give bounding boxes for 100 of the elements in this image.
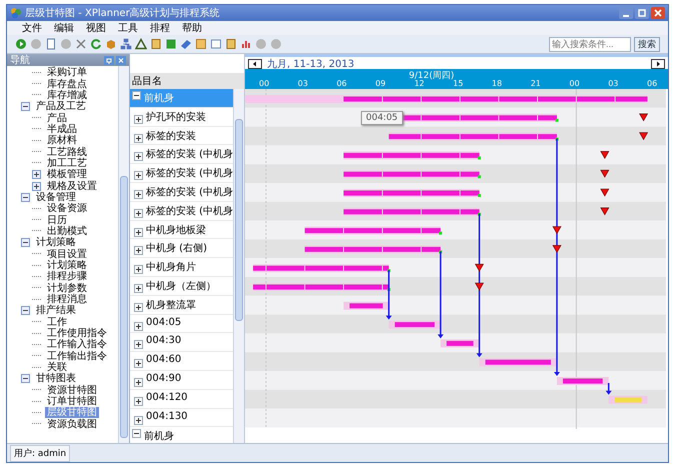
- expand-icon[interactable]: [32, 170, 41, 180]
- task-bar[interactable]: [344, 189, 481, 197]
- expand-icon[interactable]: [134, 134, 143, 143]
- list-row[interactable]: 标签的安装 (中机身: [130, 202, 233, 221]
- tree-item[interactable]: 排程消息: [45, 294, 89, 306]
- menu-item[interactable]: 帮助: [177, 21, 207, 35]
- tree-item[interactable]: 排产结果: [34, 305, 78, 316]
- scrollbar[interactable]: [233, 89, 244, 443]
- tree-item[interactable]: 关联: [45, 362, 69, 374]
- list-row[interactable]: 标签的安装 (中机身: [130, 145, 233, 164]
- tree-item[interactable]: 甘特图表: [34, 373, 78, 384]
- close-icon[interactable]: [75, 38, 87, 50]
- menu-item[interactable]: 视图: [81, 21, 111, 35]
- search-button[interactable]: 搜索: [634, 36, 660, 52]
- tree-item[interactable]: 库存盘点: [45, 78, 89, 90]
- tree-item[interactable]: 计划策略: [34, 237, 78, 248]
- tree-item[interactable]: 出勤模式: [45, 226, 89, 237]
- close-button[interactable]: [651, 7, 665, 19]
- tree-item[interactable]: 工作: [45, 316, 69, 328]
- tree-item[interactable]: 设备管理: [34, 192, 78, 203]
- expand-icon[interactable]: [134, 246, 143, 256]
- collapse-icon[interactable]: [21, 102, 30, 112]
- list-row[interactable]: 004:60: [130, 352, 233, 371]
- tree-item[interactable]: 库存增减: [45, 90, 89, 101]
- list-row[interactable]: 004:05: [130, 314, 233, 334]
- tree-item[interactable]: 工作输出指令: [45, 350, 109, 362]
- task-bar[interactable]: [479, 358, 557, 366]
- tree-icon[interactable]: [120, 38, 132, 50]
- list-row[interactable]: 标签的安装: [130, 126, 233, 146]
- tree-item[interactable]: 计划参数: [45, 282, 89, 294]
- task-bar[interactable]: [304, 226, 442, 235]
- expand-icon[interactable]: [134, 396, 143, 406]
- pin-button[interactable]: [104, 56, 114, 64]
- tree-item[interactable]: 设备资源: [45, 203, 89, 214]
- tree-item[interactable]: 规格及设置: [45, 180, 99, 192]
- menu-item[interactable]: 编辑: [49, 21, 79, 35]
- expand-icon[interactable]: [134, 171, 143, 180]
- task-bar[interactable]: [388, 320, 441, 329]
- expand-icon[interactable]: [134, 208, 143, 218]
- task-bar[interactable]: [556, 377, 609, 385]
- collapse-icon[interactable]: [21, 374, 30, 384]
- minimize-button[interactable]: [619, 7, 633, 19]
- tree-item[interactable]: 计划策略: [45, 260, 89, 272]
- tree-item[interactable]: 日历: [45, 214, 69, 226]
- tri-icon[interactable]: [135, 38, 147, 50]
- list-row[interactable]: 标签的安装 (中机身: [130, 164, 233, 183]
- menu-item[interactable]: 排程: [145, 21, 175, 35]
- search-field[interactable]: 输入搜索条件...: [549, 36, 631, 52]
- menu-item[interactable]: 工具: [113, 21, 143, 35]
- task-bar[interactable]: [388, 132, 558, 141]
- menu-item[interactable]: 文件: [17, 21, 47, 35]
- tree-item[interactable]: 工作使用指令: [45, 328, 109, 340]
- tree-item[interactable]: 资源甘特图: [45, 384, 99, 396]
- expand-icon[interactable]: [134, 340, 143, 350]
- box-icon[interactable]: [105, 38, 117, 50]
- collapse-icon[interactable]: [132, 429, 141, 438]
- list-row[interactable]: 中机身地板梁: [130, 220, 233, 240]
- list-row[interactable]: 中机身（左侧）: [130, 276, 233, 296]
- list-row[interactable]: 中机身角片: [130, 258, 233, 277]
- expand-icon[interactable]: [134, 378, 143, 387]
- expand-icon[interactable]: [134, 302, 143, 312]
- scrollbar[interactable]: [118, 66, 129, 443]
- maximize-button[interactable]: [635, 7, 649, 19]
- next-button[interactable]: [651, 59, 665, 69]
- expand-icon[interactable]: [134, 359, 143, 368]
- tree-item[interactable]: 模板管理: [45, 169, 89, 180]
- expand-icon[interactable]: [134, 265, 143, 274]
- tree-item[interactable]: 加工工艺: [45, 158, 89, 169]
- tree-item[interactable]: 采购订单: [45, 67, 89, 78]
- expand-icon[interactable]: [134, 190, 143, 199]
- list-row[interactable]: 004:130: [130, 408, 233, 428]
- list-row[interactable]: 标签的安装 (中机身: [130, 182, 233, 202]
- list-row[interactable]: 机身整流罩: [130, 296, 233, 315]
- task-bar[interactable]: [253, 264, 390, 272]
- tree-item[interactable]: 产品: [45, 112, 69, 124]
- collapse-icon[interactable]: [21, 238, 30, 248]
- tree-item[interactable]: 工作输入指令: [45, 339, 109, 350]
- collapse-icon[interactable]: [21, 192, 30, 202]
- task-bar[interactable]: [253, 283, 390, 291]
- expand-icon[interactable]: [134, 322, 143, 331]
- previous-button[interactable]: [248, 59, 262, 69]
- tree-item[interactable]: 工艺路线: [45, 146, 89, 158]
- tree-item[interactable]: 半成品: [45, 124, 79, 135]
- expand-icon[interactable]: [32, 182, 41, 191]
- expand-icon[interactable]: [134, 228, 143, 237]
- page-icon[interactable]: [45, 38, 57, 50]
- task-bar[interactable]: [245, 95, 648, 103]
- close-button[interactable]: [116, 56, 126, 64]
- tree-item[interactable]: 订单甘特图: [45, 396, 99, 408]
- expand-icon[interactable]: [134, 284, 143, 293]
- list-row[interactable]: 护孔环的安装: [130, 108, 233, 127]
- chart-icon[interactable]: [240, 38, 252, 50]
- collapse-icon[interactable]: [132, 91, 141, 100]
- list-row[interactable]: 004:90: [130, 370, 233, 390]
- refresh-icon[interactable]: [90, 38, 102, 50]
- expand-icon[interactable]: [134, 416, 143, 425]
- task-bar[interactable]: [344, 170, 481, 178]
- list-row[interactable]: 004:30: [130, 333, 233, 352]
- tree-item[interactable]: 排程步骤: [45, 271, 89, 282]
- list-row[interactable]: 004:120: [130, 390, 233, 409]
